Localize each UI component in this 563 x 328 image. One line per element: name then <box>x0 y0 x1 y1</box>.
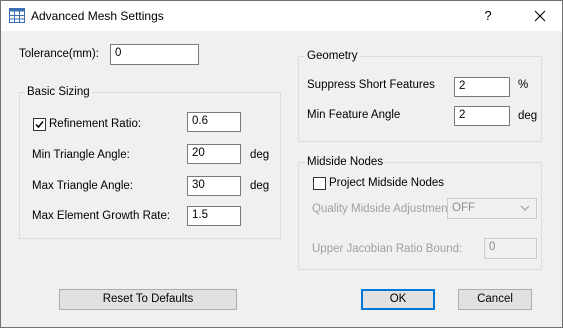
project-midside-nodes-label: Project Midside Nodes <box>329 177 445 189</box>
max-triangle-angle-unit: deg <box>250 180 270 192</box>
cancel-button[interactable]: Cancel <box>458 289 532 310</box>
tolerance-input[interactable]: 0 <box>110 44 199 65</box>
max-triangle-angle-input[interactable]: 30 <box>187 176 241 196</box>
suppress-short-features-unit: % <box>518 79 529 91</box>
mesh-settings-icon <box>9 8 25 23</box>
max-element-growth-rate-input[interactable]: 1.5 <box>187 206 241 226</box>
quality-midside-adjustment-value: OFF <box>452 202 475 214</box>
suppress-short-features-label: Suppress Short Features <box>307 79 435 91</box>
min-triangle-angle-label: Min Triangle Angle: <box>32 149 130 161</box>
checkmark-icon <box>35 121 44 129</box>
min-feature-angle-unit: deg <box>518 110 538 122</box>
quality-midside-adjustment-label: Quality Midside Adjustment: <box>312 203 454 215</box>
reset-to-defaults-button[interactable]: Reset To Defaults <box>59 289 237 310</box>
title-bar: Advanced Mesh Settings ? <box>0 0 563 32</box>
min-triangle-angle-input[interactable]: 20 <box>187 144 241 164</box>
close-icon <box>534 10 546 22</box>
refinement-ratio-checkbox[interactable] <box>33 118 46 131</box>
max-triangle-angle-label: Max Triangle Angle: <box>32 180 134 192</box>
ok-button[interactable]: OK <box>361 289 435 310</box>
geometry-caption: Geometry <box>305 50 360 62</box>
basic-sizing-caption: Basic Sizing <box>25 86 92 98</box>
refinement-ratio-input[interactable]: 0.6 <box>187 112 241 132</box>
max-element-growth-rate-label: Max Element Growth Rate: <box>32 210 171 222</box>
geometry-group <box>298 56 542 142</box>
window-title: Advanced Mesh Settings <box>31 9 164 23</box>
tolerance-label: Tolerance(mm): <box>19 48 99 60</box>
midside-nodes-caption: Midside Nodes <box>305 156 386 168</box>
upper-jacobian-ratio-bound-input[interactable]: 0 <box>484 238 537 259</box>
chevron-down-icon <box>520 205 530 211</box>
min-feature-angle-input[interactable]: 2 <box>454 106 510 126</box>
min-triangle-angle-unit: deg <box>250 149 270 161</box>
upper-jacobian-ratio-bound-label: Upper Jacobian Ratio Bound: <box>312 243 463 255</box>
quality-midside-adjustment-select[interactable]: OFF <box>447 198 537 219</box>
project-midside-nodes-checkbox[interactable] <box>313 177 326 190</box>
suppress-short-features-input[interactable]: 2 <box>454 77 510 97</box>
refinement-ratio-label: Refinement Ratio: <box>49 118 142 130</box>
help-button[interactable]: ? <box>475 4 501 28</box>
close-button[interactable] <box>527 4 553 28</box>
min-feature-angle-label: Min Feature Angle <box>307 109 401 121</box>
